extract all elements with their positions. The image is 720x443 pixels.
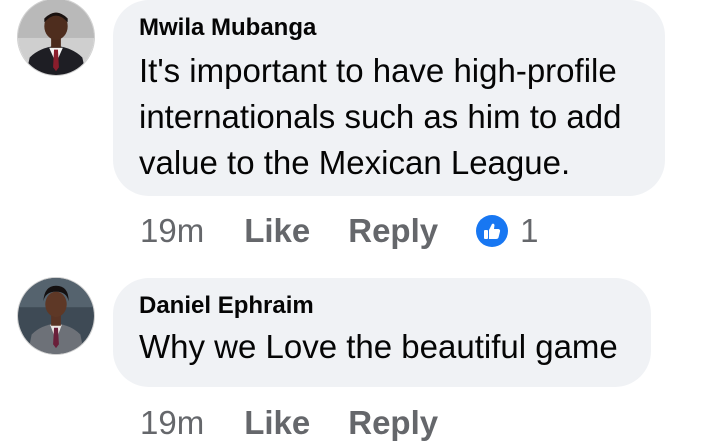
avatar[interactable] (17, 0, 95, 76)
comment-text: Why we Love the beautiful game (139, 328, 618, 365)
comment-author[interactable]: Daniel Ephraim (139, 292, 625, 320)
reply-button[interactable]: Reply (348, 212, 438, 250)
avatar[interactable] (17, 277, 95, 355)
like-thumb-icon (476, 215, 509, 247)
comment-text: It's important to have high-profile inte… (139, 52, 622, 181)
comment-bubble: Mwila Mubanga It's important to have hig… (113, 0, 665, 196)
like-button[interactable]: Like (244, 212, 310, 250)
reaction-count: 1 (520, 212, 539, 249)
comment-timestamp[interactable]: 19m (140, 212, 204, 250)
comment-actions: 19m Like Reply (140, 403, 462, 443)
comment-bubble: Daniel Ephraim Why we Love the beautiful… (113, 278, 651, 387)
comment-actions: 19m Like Reply 1 (140, 211, 538, 251)
like-button[interactable]: Like (244, 404, 310, 442)
avatar-image (18, 0, 94, 75)
reaction-summary[interactable]: 1 (476, 212, 538, 250)
reply-button[interactable]: Reply (348, 404, 438, 442)
comment-timestamp[interactable]: 19m (140, 404, 204, 442)
avatar-image (18, 278, 94, 354)
comment-author[interactable]: Mwila Mubanga (139, 14, 639, 42)
